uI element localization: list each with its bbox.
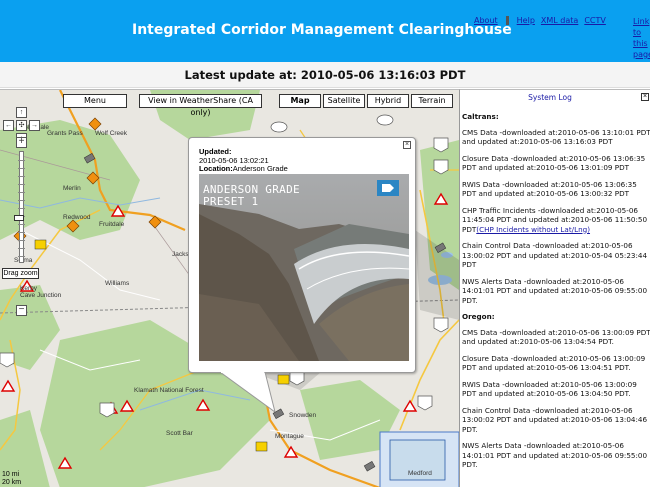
log-entry: Chain Control Data -downloaded at:2010-0… [462,241,648,269]
town-label: Cave Junction [20,292,62,299]
log-entry: NWS Alerts Data -downloaded at:2010-05-0… [462,441,648,469]
help-link[interactable]: Help [517,16,535,25]
log-entry: Closure Data -downloaded at:2010-05-06 1… [462,353,646,373]
log-entry: Closure Data -downloaded at:2010-05-06 1… [462,153,646,173]
map-scale: 10 mi 20 km [2,471,21,487]
drag-zoom-button[interactable]: Drag zoom [2,268,39,279]
camera-caption-line-2: PRESET 1 [203,195,259,208]
pan-up-icon[interactable]: ↑ [16,107,27,118]
location-value: Anderson Grade [232,164,288,173]
log-entry: NWS Alerts Data -downloaded at:2010-05-0… [462,276,648,305]
town-label: Montague [275,433,304,440]
log-entry: CMS Data -downloaded at:2010-05-06 13:10… [462,127,650,147]
link-to-this-page[interactable]: Link to this page [633,16,650,60]
town-label: Snowden [289,412,317,419]
log-entry: CMS Data -downloaded at:2010-05-06 13:00… [462,327,650,347]
log-entry: RWIS Data -downloaded at:2010-05-06 13:0… [462,179,637,199]
close-icon[interactable]: × [403,141,411,149]
map[interactable]: Glendale Grants Pass Wolf Creek Merlin R… [0,89,459,487]
camera-caption: ANDERSON GRADE PRESET 1 [203,184,300,208]
weathershare-button[interactable]: View in WeatherShare (CA only) [139,94,262,117]
pan-center-icon[interactable]: ✣ [16,120,27,131]
latest-update-text: Latest update at: 2010-05-06 13:16:03 PD… [184,68,466,82]
caltrans-label: Caltrans: [462,112,499,121]
menu-button[interactable]: Menu [63,94,127,108]
zoom-out-icon[interactable]: − [16,305,27,316]
camera-popup: × Updated: 2010-05-06 13:02:21 Location:… [188,137,416,373]
page-title: Integrated Corridor Management Clearingh… [132,22,512,38]
updated-label: Updated: [199,147,232,156]
scale-miles: 10 mi [2,471,20,478]
location-label: Location: [199,164,233,173]
log-entry: Chain Control Data -downloaded at:2010-0… [462,405,648,434]
town-label: Wolf Creek [95,130,128,137]
oregon-label: Oregon: [462,312,495,321]
town-label: Scott Bar [166,430,193,437]
town-label: Fruitdale [99,221,125,228]
map-type-hybrid-button[interactable]: Hybrid [367,94,409,108]
zoom-slider-thumb[interactable] [14,215,24,221]
pan-right-icon[interactable]: → [29,120,40,131]
town-label: Klamath National Forest [134,387,204,394]
log-entry: RWIS Data -downloaded at:2010-05-06 13:0… [462,379,637,399]
town-label: Medford [408,470,432,477]
chp-incidents-link[interactable]: (CHP Incidents without Lat/Lng) [476,225,590,234]
update-bar: Latest update at: 2010-05-06 13:16:03 PD… [0,62,650,88]
scale-km: 20 km [2,479,22,486]
system-log-header: System Log × [460,91,650,102]
town-label: Kerby [20,285,37,292]
map-type-terrain-button[interactable]: Terrain [411,94,453,108]
header: Integrated Corridor Management Clearingh… [0,0,650,62]
system-log-body: Caltrans: CMS Data -downloaded at:2010-0… [462,110,650,477]
header-links: About Help XML data CCTV [474,16,612,25]
camera-image[interactable]: ANDERSON GRADE PRESET 1 [199,174,409,361]
popup-pointer [219,372,276,412]
cctv-link[interactable]: CCTV [584,16,606,25]
zoom-slider-track[interactable] [18,151,25,263]
town-label: Williams [105,280,130,287]
pan-left-icon[interactable]: ← [3,120,14,131]
town-label: Redwood [63,214,91,221]
log-entry: CHP Traffic Incidents -downloaded at:201… [462,206,650,235]
xml-data-link[interactable]: XML data [541,16,578,25]
close-icon[interactable]: × [641,93,649,101]
town-label: Jacks [172,251,189,258]
map-type-map-button[interactable]: Map [279,94,321,108]
system-log-title[interactable]: System Log [460,93,640,102]
town-label: Grants Pass [47,130,83,137]
about-link[interactable]: About [474,16,498,25]
map-type-satellite-button[interactable]: Satellite [323,94,365,108]
system-log-panel: System Log × Caltrans: CMS Data -downloa… [459,89,650,487]
town-label: Merlin [63,185,81,192]
popup-info: Updated: 2010-05-06 13:02:21 Location:An… [199,147,288,174]
zoom-in-icon[interactable]: + [16,137,27,148]
separator [505,16,509,25]
